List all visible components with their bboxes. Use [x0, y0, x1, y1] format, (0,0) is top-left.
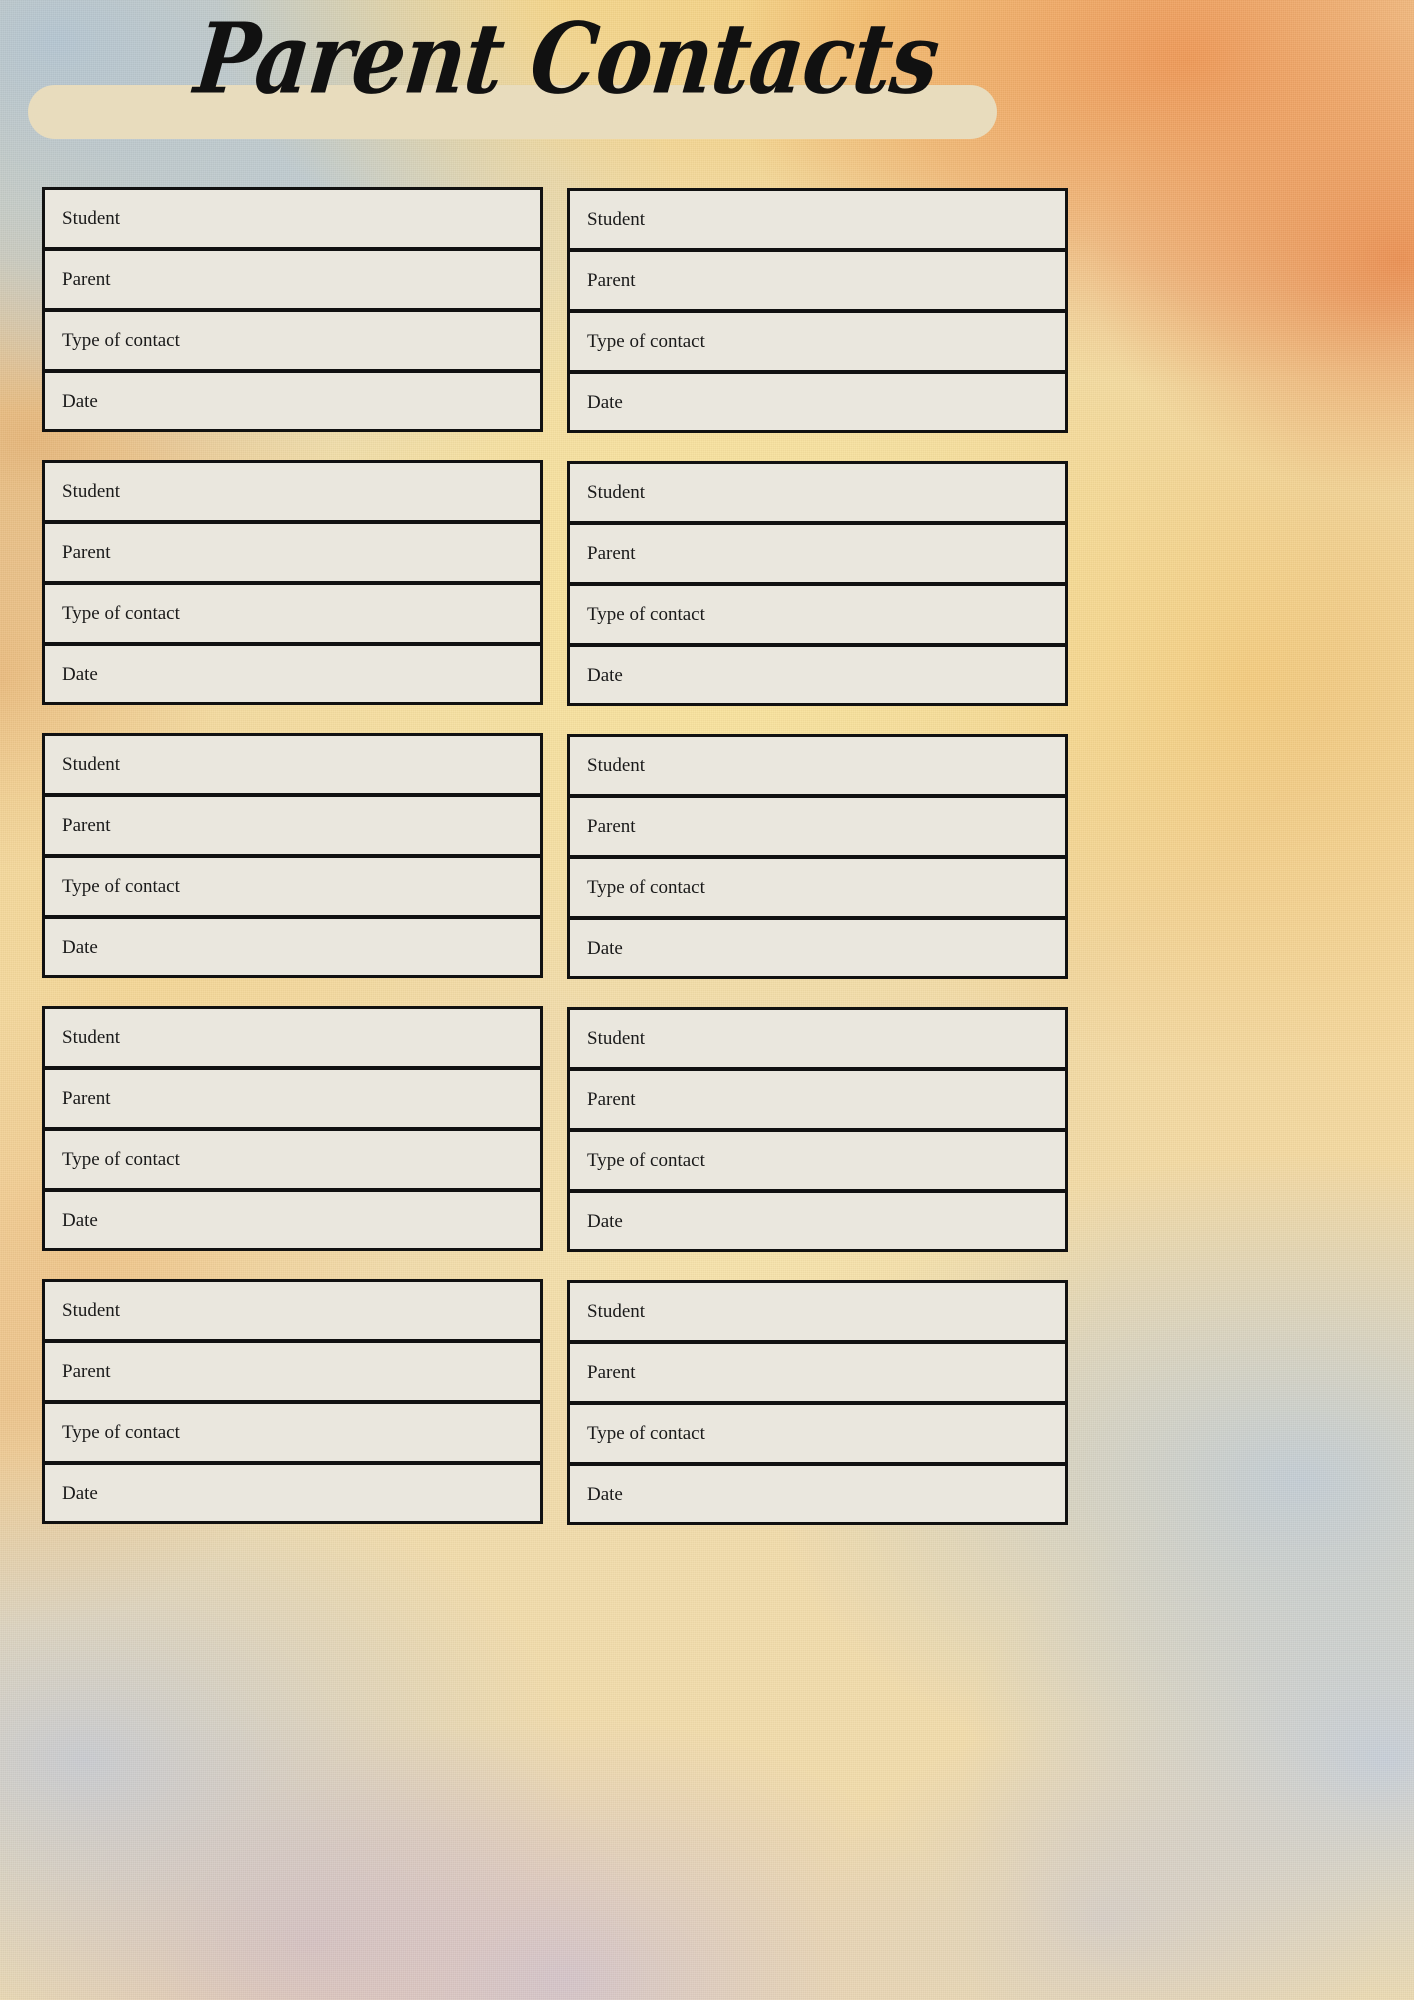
field-cell-type-of-contact[interactable]: Type of contact	[567, 1402, 1068, 1464]
field-label: Type of contact	[62, 603, 180, 624]
field-label: Date	[587, 937, 623, 959]
field-cell-student[interactable]: Student	[567, 461, 1068, 523]
field-cell-parent[interactable]: Parent	[567, 522, 1068, 584]
field-label: Date	[587, 664, 623, 686]
field-cell-student[interactable]: Student	[567, 188, 1068, 250]
field-label: Student	[587, 755, 646, 776]
field-cell-student[interactable]: Student	[567, 734, 1068, 796]
field-label: Parent	[62, 1088, 111, 1109]
field-cell-type-of-contact[interactable]: Type of contact	[42, 1401, 543, 1463]
field-label: Date	[62, 936, 98, 958]
field-cell-type-of-contact[interactable]: Type of contact	[42, 1128, 543, 1190]
field-label: Type of contact	[62, 1149, 180, 1170]
field-cell-date[interactable]: Date	[567, 371, 1068, 433]
field-cell-student[interactable]: Student	[42, 1006, 543, 1068]
field-cell-type-of-contact[interactable]: Type of contact	[567, 856, 1068, 918]
field-label: Type of contact	[62, 330, 180, 351]
field-cell-student[interactable]: Student	[42, 187, 543, 249]
contact-card: Student Parent Type of contact Date	[42, 187, 543, 433]
field-label: Parent	[62, 542, 111, 563]
field-cell-student[interactable]: Student	[567, 1007, 1068, 1069]
field-label: Date	[62, 390, 98, 412]
field-label: Parent	[62, 815, 111, 836]
field-cell-date[interactable]: Date	[42, 370, 543, 432]
contact-card: Student Parent Type of contact Date	[42, 733, 543, 979]
field-cell-parent[interactable]: Parent	[42, 248, 543, 310]
field-cell-parent[interactable]: Parent	[42, 794, 543, 856]
field-cell-parent[interactable]: Parent	[567, 249, 1068, 311]
contact-card: Student Parent Type of contact Date	[42, 460, 543, 706]
field-label: Date	[587, 1210, 623, 1232]
field-cell-parent[interactable]: Parent	[567, 1341, 1068, 1403]
field-cell-parent[interactable]: Parent	[42, 1340, 543, 1402]
field-label: Student	[62, 208, 121, 229]
field-label: Student	[62, 1300, 121, 1321]
field-cell-student[interactable]: Student	[42, 460, 543, 522]
field-label: Parent	[587, 1089, 636, 1110]
field-label: Type of contact	[587, 604, 705, 625]
field-label: Parent	[62, 1361, 111, 1382]
field-cell-type-of-contact[interactable]: Type of contact	[42, 582, 543, 644]
field-cell-date[interactable]: Date	[42, 643, 543, 705]
field-label: Type of contact	[587, 1423, 705, 1444]
field-label: Student	[62, 754, 121, 775]
field-label: Date	[62, 1482, 98, 1504]
field-label: Student	[587, 482, 646, 503]
field-label: Type of contact	[587, 877, 705, 898]
field-cell-type-of-contact[interactable]: Type of contact	[567, 583, 1068, 645]
field-cell-type-of-contact[interactable]: Type of contact	[567, 310, 1068, 372]
field-cell-date[interactable]: Date	[567, 644, 1068, 706]
field-cell-student[interactable]: Student	[567, 1280, 1068, 1342]
field-cell-date[interactable]: Date	[42, 1462, 543, 1524]
field-cell-type-of-contact[interactable]: Type of contact	[42, 855, 543, 917]
field-cell-parent[interactable]: Parent	[567, 1068, 1068, 1130]
field-label: Date	[587, 391, 623, 413]
field-label: Student	[62, 1027, 121, 1048]
title-banner	[28, 85, 997, 139]
field-cell-date[interactable]: Date	[567, 1190, 1068, 1252]
contact-card: Student Parent Type of contact Date	[567, 461, 1068, 706]
contact-cards-grid: Student Parent Type of contact Date Student P…	[42, 187, 1068, 1525]
field-label: Date	[587, 1483, 623, 1505]
field-label: Student	[587, 1028, 646, 1049]
contact-card: Student Parent Type of contact Date	[567, 734, 1068, 979]
field-label: Type of contact	[587, 331, 705, 352]
field-cell-student[interactable]: Student	[42, 733, 543, 795]
field-cell-parent[interactable]: Parent	[42, 1067, 543, 1129]
field-label: Type of contact	[62, 876, 180, 897]
field-cell-date[interactable]: Date	[567, 1463, 1068, 1525]
field-cell-parent[interactable]: Parent	[567, 795, 1068, 857]
field-label: Date	[62, 663, 98, 685]
field-cell-type-of-contact[interactable]: Type of contact	[42, 309, 543, 371]
contact-card: Student Parent Type of contact Date	[567, 1280, 1068, 1525]
contact-card: Student Parent Type of contact Date	[42, 1006, 543, 1252]
field-label: Parent	[587, 270, 636, 291]
field-cell-parent[interactable]: Parent	[42, 521, 543, 583]
contact-card: Student Parent Type of contact Date	[42, 1279, 543, 1525]
field-label: Type of contact	[587, 1150, 705, 1171]
contact-card: Student Parent Type of contact Date	[567, 188, 1068, 433]
field-label: Parent	[587, 1362, 636, 1383]
field-cell-date[interactable]: Date	[567, 917, 1068, 979]
field-label: Type of contact	[62, 1422, 180, 1443]
field-label: Student	[587, 1301, 646, 1322]
field-cell-date[interactable]: Date	[42, 916, 543, 978]
contact-card: Student Parent Type of contact Date	[567, 1007, 1068, 1252]
field-label: Student	[587, 209, 646, 230]
field-label: Parent	[62, 269, 111, 290]
field-label: Student	[62, 481, 121, 502]
field-label: Parent	[587, 816, 636, 837]
field-cell-date[interactable]: Date	[42, 1189, 543, 1251]
field-cell-type-of-contact[interactable]: Type of contact	[567, 1129, 1068, 1191]
field-cell-student[interactable]: Student	[42, 1279, 543, 1341]
field-label: Parent	[587, 543, 636, 564]
field-label: Date	[62, 1209, 98, 1231]
